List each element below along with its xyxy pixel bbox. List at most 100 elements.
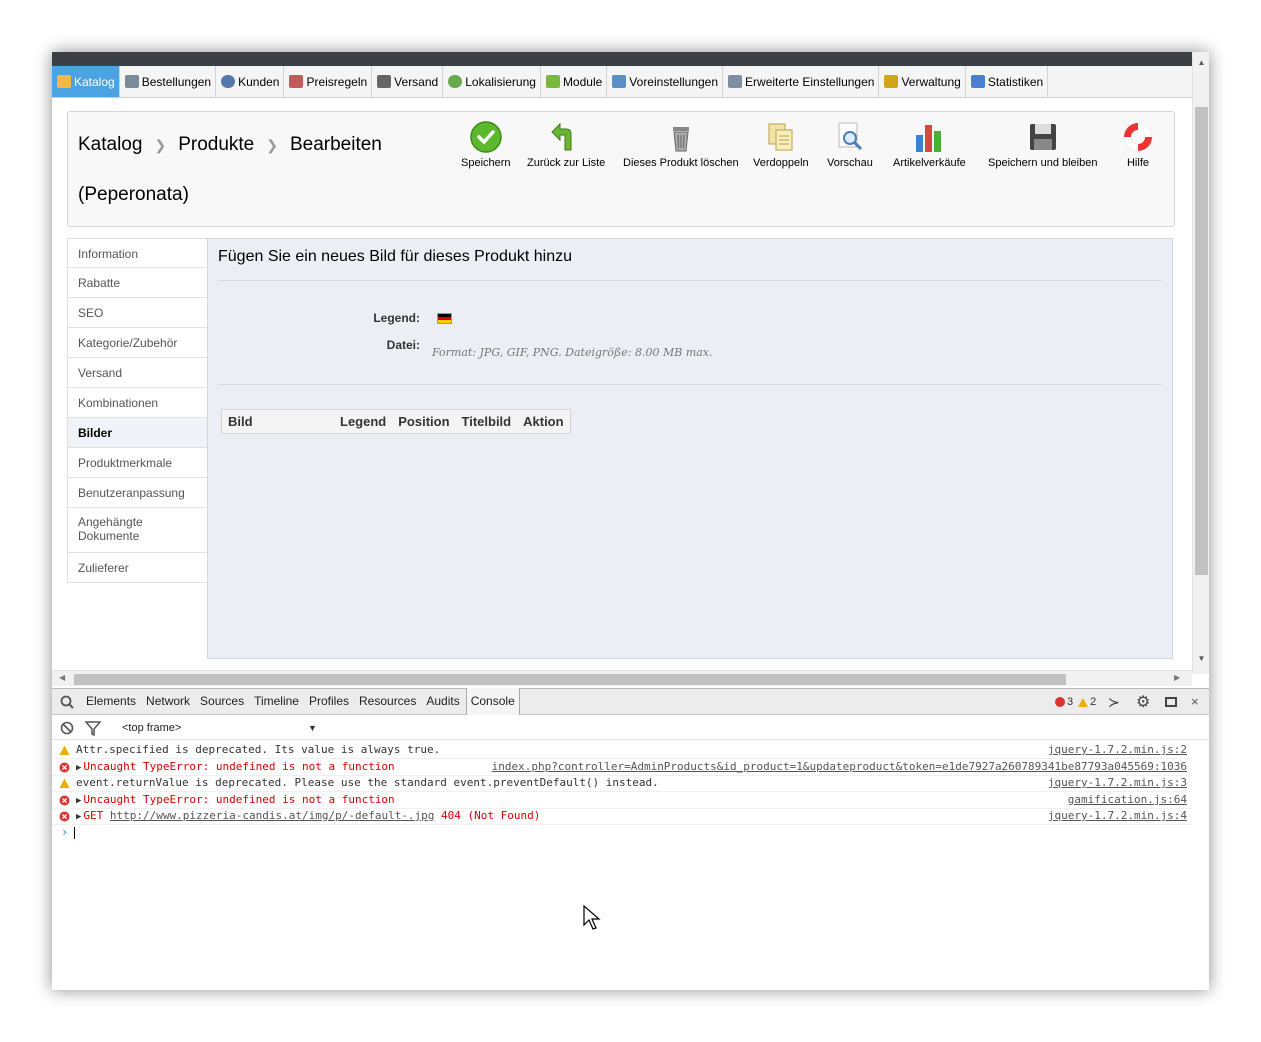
breadcrumb-bearbeiten: Bearbeiten — [289, 134, 382, 155]
col-legend: Legend — [340, 414, 387, 429]
console-source-link[interactable]: jquery-1.7.2.min.js:2 — [1048, 742, 1187, 758]
nav-item-bestellungen[interactable]: Bestellungen — [120, 66, 217, 97]
horizontal-scroll-thumb[interactable] — [74, 674, 1066, 685]
console-source-link[interactable]: index.php?controller=AdminProducts&id_pr… — [492, 759, 1187, 775]
arrow-back-icon — [551, 122, 572, 151]
devtools-tab-console[interactable]: Console — [465, 688, 520, 715]
save-and-stay-button[interactable]: Speichern und bleiben — [988, 120, 1097, 169]
delete-product-button[interactable]: Dieses Produkt löschen — [623, 120, 739, 169]
product-sales-button[interactable]: Artikelverkäufe — [893, 120, 966, 169]
back-to-list-button[interactable]: Zurück zur Liste — [527, 120, 605, 169]
nav-item-voreinstellungen[interactable]: Voreinstellungen — [607, 66, 724, 97]
console-source-link[interactable]: gamification.js:64 — [1068, 792, 1187, 808]
tab-benutzeranpassung[interactable]: Benutzeranpassung — [67, 478, 208, 508]
scroll-left-icon[interactable]: ◀ — [59, 673, 65, 682]
bar-chart-icon — [970, 75, 985, 88]
globe-icon — [448, 75, 463, 88]
tab-rabatte[interactable]: Rabatte — [67, 268, 208, 298]
nav-item-preisregeln[interactable]: Preisregeln — [284, 66, 373, 97]
trash-icon — [672, 127, 689, 152]
nav-item-versand[interactable]: Versand — [372, 66, 444, 97]
admin-top-nav: Katalog Bestellungen Kunden Preisregeln … — [52, 66, 1192, 98]
warning-icon — [59, 778, 70, 788]
dock-icon[interactable] — [1165, 697, 1177, 707]
catalog-icon — [57, 75, 71, 88]
error-icon — [59, 795, 70, 806]
nav-item-statistiken[interactable]: Statistiken — [966, 66, 1049, 97]
tab-versand[interactable]: Versand — [67, 358, 208, 388]
clear-console-icon[interactable] — [52, 716, 82, 740]
search-icon[interactable] — [52, 688, 82, 715]
expand-triangle-icon[interactable]: ▶ — [76, 796, 81, 806]
divider — [218, 384, 1162, 385]
breadcrumb-katalog[interactable]: Katalog — [78, 134, 142, 155]
gear-icon[interactable]: ⚙ — [1136, 692, 1150, 712]
images-table-header: Bild Legend Position Titelbild Aktion — [221, 409, 571, 434]
nav-item-katalog[interactable]: Katalog — [52, 66, 120, 97]
console-source-link[interactable]: jquery-1.7.2.min.js:4 — [1048, 808, 1187, 824]
tab-produktmerkmale[interactable]: Produktmerkmale — [67, 448, 208, 478]
devtools-tab-network[interactable]: Network — [142, 688, 194, 715]
tab-kategorie-zubehoer[interactable]: Kategorie/Zubehör — [67, 328, 208, 358]
wrench-icon — [728, 75, 743, 88]
scroll-down-icon[interactable]: ▼ — [1193, 654, 1209, 663]
console-prompt[interactable]: › — [61, 825, 76, 839]
filter-icon[interactable] — [82, 716, 106, 740]
nav-item-lokalisierung[interactable]: Lokalisierung — [443, 66, 541, 97]
drawer-toggle-icon[interactable]: ≻ — [1108, 694, 1120, 711]
devtools-tab-profiles[interactable]: Profiles — [305, 688, 353, 715]
user-icon — [221, 75, 236, 88]
key-icon — [884, 75, 899, 88]
nav-item-module[interactable]: Module — [541, 66, 608, 97]
devtools-counters[interactable]: 3 2 — [1055, 696, 1096, 708]
text-cursor — [74, 826, 76, 839]
tab-kombinationen[interactable]: Kombinationen — [67, 388, 208, 418]
console-line: ▶ GET http://www.pizzeria-candis.at/img/p… — [52, 808, 1192, 825]
browser-window: Katalog Bestellungen Kunden Preisregeln … — [52, 52, 1209, 990]
scroll-up-icon[interactable]: ▲ — [1193, 58, 1209, 67]
devtools-panel: Elements Network Sources Timeline Profil… — [52, 688, 1209, 990]
tab-zulieferer[interactable]: Zulieferer — [67, 553, 208, 583]
chevron-down-icon[interactable]: ▼ — [308, 723, 317, 733]
horizontal-scrollbar[interactable]: ◀ ▶ — [52, 670, 1192, 686]
floppy-disk-icon — [1029, 124, 1056, 150]
devtools-tab-resources[interactable]: Resources — [355, 688, 420, 715]
scroll-right-icon[interactable]: ▶ — [1174, 673, 1180, 682]
save-button[interactable]: Speichern — [461, 120, 511, 169]
expand-triangle-icon[interactable]: ▶ — [76, 763, 81, 773]
console-line: ▶ Uncaught TypeError: undefined is not a … — [52, 759, 1192, 776]
devtools-tab-timeline[interactable]: Timeline — [250, 688, 303, 715]
preview-button[interactable]: Vorschau — [827, 120, 873, 169]
close-icon[interactable]: × — [1191, 694, 1199, 709]
price-tag-icon — [289, 75, 304, 88]
warning-count: 2 — [1090, 696, 1097, 708]
page-toolbar: Katalog ❯ Produkte ❯ Bearbeiten (Peperonata)… — [67, 111, 1175, 227]
tab-bilder[interactable]: Bilder — [67, 418, 208, 448]
devtools-tab-elements[interactable]: Elements — [82, 688, 140, 715]
nav-item-verwaltung[interactable]: Verwaltung — [879, 66, 966, 97]
devtools-tab-audits[interactable]: Audits — [422, 688, 463, 715]
vertical-scrollbar[interactable]: ▲ ▼ — [1192, 52, 1209, 674]
breadcrumb-produkte[interactable]: Produkte — [178, 134, 254, 155]
request-url-link[interactable]: http://www.pizzeria-candis.at/img/p/-def… — [110, 809, 435, 822]
check-circle-icon — [470, 121, 502, 153]
breadcrumb: Katalog ❯ Produkte ❯ Bearbeiten — [78, 132, 408, 158]
console-source-link[interactable]: jquery-1.7.2.min.js:3 — [1048, 775, 1187, 791]
devtools-tab-bar: Elements Network Sources Timeline Profil… — [52, 688, 1209, 715]
devtools-tab-sources[interactable]: Sources — [196, 688, 248, 715]
german-flag-icon[interactable] — [437, 313, 452, 324]
expand-triangle-icon[interactable]: ▶ — [76, 812, 81, 822]
nav-item-erweiterte-einstellungen[interactable]: Erweiterte Einstellungen — [723, 66, 880, 97]
tab-seo[interactable]: SEO — [67, 298, 208, 328]
tab-angehaengte-dokumente[interactable]: Angehängte Dokumente — [67, 508, 208, 553]
window-top-bar — [52, 52, 1209, 66]
cart-icon — [124, 75, 139, 88]
console-line: ▶ Uncaught TypeError: undefined is not a … — [52, 792, 1192, 809]
images-panel: Fügen Sie ein neues Bild für dieses Prod… — [207, 238, 1173, 659]
vertical-scroll-thumb[interactable] — [1195, 107, 1208, 575]
help-button[interactable]: Hilfe — [1121, 120, 1155, 169]
duplicate-button[interactable]: Verdoppeln — [753, 120, 809, 169]
tab-information[interactable]: Information — [67, 238, 208, 268]
nav-item-kunden[interactable]: Kunden — [216, 66, 285, 97]
frame-select[interactable]: <top frame> — [122, 722, 308, 734]
